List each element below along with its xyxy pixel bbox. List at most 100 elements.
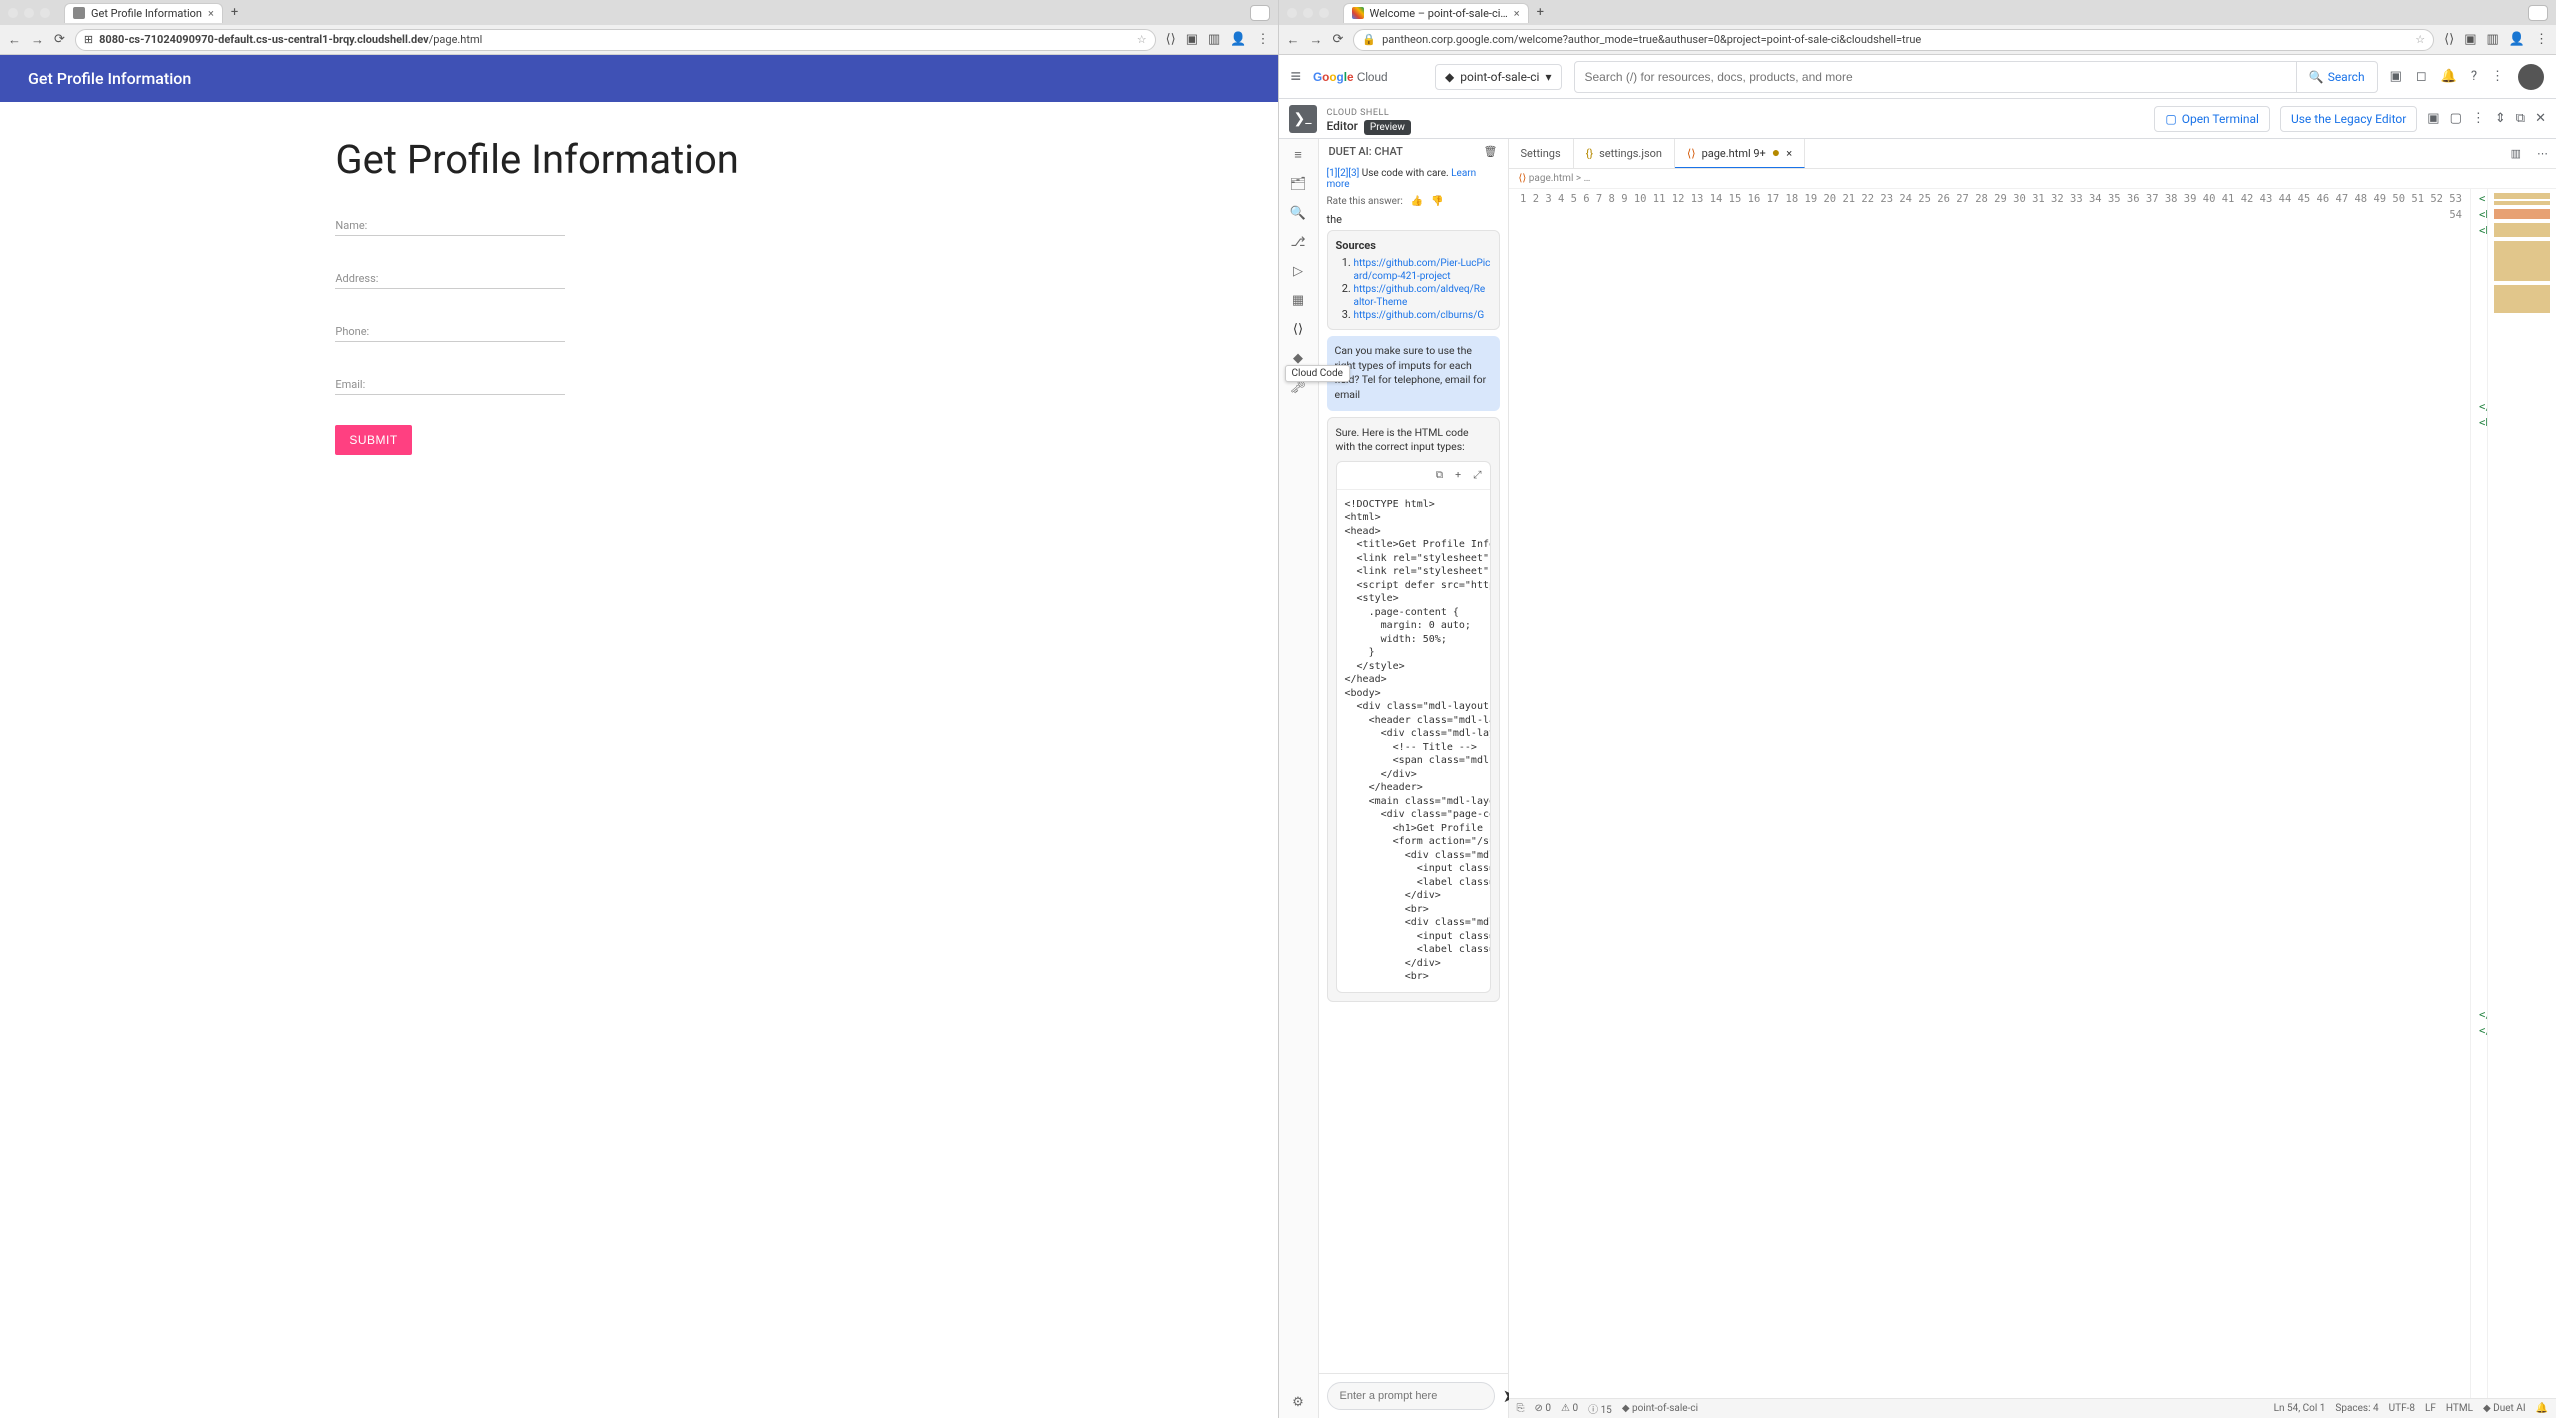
copy-icon[interactable]: ⧉ <box>1436 468 1444 483</box>
breadcrumb[interactable]: ⟨⟩ page.html > … <box>1509 169 2556 189</box>
split-icon[interactable]: ▥ <box>2503 147 2529 160</box>
expand-icon[interactable]: ⤢ <box>1473 468 1481 483</box>
search-icon[interactable]: 🔍 <box>1290 206 1306 221</box>
window-dropdown[interactable] <box>2528 5 2548 21</box>
address-bar[interactable]: ⊞ 8080-cs-71024090970-default.cs-us-cent… <box>75 29 1156 51</box>
status-project[interactable]: ◆ point-of-sale-ci <box>1622 1403 1698 1414</box>
prompt-input[interactable] <box>1327 1382 1495 1410</box>
window-dropdown[interactable] <box>1250 5 1270 21</box>
traffic-max[interactable] <box>1319 8 1329 18</box>
help-icon[interactable]: ? <box>2471 69 2477 84</box>
trash-icon[interactable]: 🗑 <box>1484 145 1498 158</box>
star-icon[interactable]: ☆ <box>2415 33 2425 46</box>
notifications-icon[interactable]: 🔔 <box>2441 69 2457 84</box>
collapse-icon[interactable]: ⇕ <box>2495 111 2506 126</box>
dev-icon[interactable]: ⟨⟩ <box>1166 32 1176 47</box>
close-icon[interactable]: × <box>1514 7 1520 20</box>
display-icon[interactable]: ▢ <box>2450 111 2462 126</box>
status-lang[interactable]: HTML <box>2446 1403 2473 1414</box>
forward-icon[interactable]: → <box>1310 32 1323 48</box>
status-warnings[interactable]: ⚠ 0 <box>1561 1403 1578 1414</box>
status-encoding[interactable]: UTF-8 <box>2389 1403 2415 1414</box>
traffic-min[interactable] <box>1303 8 1313 18</box>
thumbs-down-icon[interactable]: 👎 <box>1431 196 1443 207</box>
status-eol[interactable]: LF <box>2425 1403 2436 1414</box>
name-field[interactable]: Name: <box>335 213 565 236</box>
submit-button[interactable]: SUBMIT <box>335 425 411 455</box>
lock-icon[interactable]: 🔒 <box>1362 33 1376 46</box>
extensions-icon[interactable]: ▣ <box>2464 32 2476 47</box>
insert-icon[interactable]: + <box>1455 468 1461 483</box>
source-link[interactable]: https://github.com/aldveq/Realtor-Theme <box>1354 284 1486 308</box>
browser-tab[interactable]: Get Profile Information × <box>64 3 223 23</box>
search-input[interactable] <box>1575 70 2296 84</box>
gear-icon[interactable]: ⚙ <box>1292 1395 1304 1410</box>
back-icon[interactable]: ← <box>8 32 21 48</box>
close-icon[interactable]: × <box>1786 147 1792 160</box>
source-link[interactable]: https://github.com/clburns/G <box>1354 310 1485 321</box>
traffic-close[interactable] <box>8 8 18 18</box>
status-errors[interactable]: ⊘ 0 <box>1535 1403 1552 1414</box>
project-selector[interactable]: ◆ point-of-sale-ci ▾ <box>1435 64 1561 90</box>
reload-icon[interactable]: ⟳ <box>54 32 65 47</box>
open-terminal-button[interactable]: ▢Open Terminal <box>2154 106 2270 132</box>
more-icon[interactable]: ⋮ <box>2472 111 2485 126</box>
extensions-icon[interactable]: ▣ <box>1186 32 1198 47</box>
cloud-code-icon[interactable]: ⟨⟩ <box>1293 322 1303 337</box>
search-button[interactable]: 🔍Search <box>2296 62 2377 92</box>
avatar[interactable] <box>2518 64 2544 90</box>
git-icon[interactable]: ⎇ <box>1291 235 1306 250</box>
kebab-icon[interactable]: ⋮ <box>2535 32 2548 47</box>
email-field[interactable]: Email: <box>335 372 565 395</box>
status-spaces[interactable]: Spaces: 4 <box>2335 1403 2378 1414</box>
traffic-max[interactable] <box>40 8 50 18</box>
extensions-icon[interactable]: ▦ <box>1292 293 1304 308</box>
debug-icon[interactable]: ▷ <box>1293 264 1303 279</box>
files-icon[interactable]: 🗂 <box>1290 177 1307 192</box>
forward-icon[interactable]: → <box>31 32 44 48</box>
menu-icon[interactable]: ≡ <box>1294 147 1302 163</box>
api-icon[interactable]: ◆ <box>1293 351 1303 366</box>
menu-icon[interactable]: ≡ <box>1291 66 1302 87</box>
gcloud-search[interactable]: 🔍Search <box>1574 61 2378 93</box>
tab-settings[interactable]: Settings <box>1509 139 1574 168</box>
traffic-min[interactable] <box>24 8 34 18</box>
more-icon[interactable]: ⋯ <box>2529 147 2556 160</box>
back-icon[interactable]: ← <box>1287 32 1300 48</box>
new-tab-button[interactable]: + <box>1531 5 1550 20</box>
traffic-close[interactable] <box>1287 8 1297 18</box>
status-info[interactable]: ⓘ 15 <box>1588 1401 1612 1416</box>
status-pos[interactable]: Ln 54, Col 1 <box>2274 1403 2326 1414</box>
profile-icon[interactable]: 👤 <box>2509 32 2525 47</box>
console-icon[interactable]: ▣ <box>2390 69 2402 84</box>
status-bell-icon[interactable]: 🔔 <box>2536 1403 2548 1414</box>
browser-tab[interactable]: Welcome – point-of-sale-ci… × <box>1343 3 1529 23</box>
site-info-icon[interactable]: ⊞ <box>84 33 93 46</box>
more-icon[interactable]: ⋮ <box>2491 69 2504 84</box>
cloudshell-icon[interactable]: ❯_ <box>1289 105 1317 133</box>
thumbs-up-icon[interactable]: 👍 <box>1411 196 1423 207</box>
panel-icon[interactable]: ▥ <box>2487 32 2499 47</box>
star-icon[interactable]: ☆ <box>1137 33 1147 46</box>
popout-icon[interactable]: ⧉ <box>2516 111 2525 126</box>
address-bar[interactable]: 🔒 pantheon.corp.google.com/welcome?autho… <box>1353 29 2434 51</box>
status-duet[interactable]: ◆ Duet AI <box>2483 1403 2526 1414</box>
device-icon[interactable]: ▣ <box>2427 111 2439 126</box>
dev-icon[interactable]: ⟨⟩ <box>2444 32 2454 47</box>
address-field[interactable]: Address: <box>335 266 565 289</box>
cloudshell-icon[interactable]: ◻ <box>2416 69 2427 84</box>
tab-settings-json[interactable]: {}settings.json <box>1574 139 1675 168</box>
reload-icon[interactable]: ⟳ <box>1333 32 1344 47</box>
legacy-editor-button[interactable]: Use the Legacy Editor <box>2280 106 2417 132</box>
source-link[interactable]: https://github.com/Pier-LucPicard/comp-4… <box>1354 258 1491 282</box>
new-tab-button[interactable]: + <box>225 5 244 20</box>
code-area[interactable]: <!DOCTYPE html> <html> <head> <title>Get… <box>2471 189 2487 1398</box>
kebab-icon[interactable]: ⋮ <box>1257 32 1270 47</box>
phone-field[interactable]: Phone: <box>335 319 565 342</box>
secret-icon[interactable]: 🗝 <box>1290 380 1307 395</box>
tab-page-html[interactable]: ⟨⟩page.html 9+●× <box>1675 139 1805 168</box>
minimap[interactable] <box>2487 189 2556 1398</box>
remote-icon[interactable]: ⎘ <box>1517 1403 1525 1414</box>
close-icon[interactable]: ✕ <box>2535 111 2546 126</box>
close-icon[interactable]: × <box>208 7 214 20</box>
